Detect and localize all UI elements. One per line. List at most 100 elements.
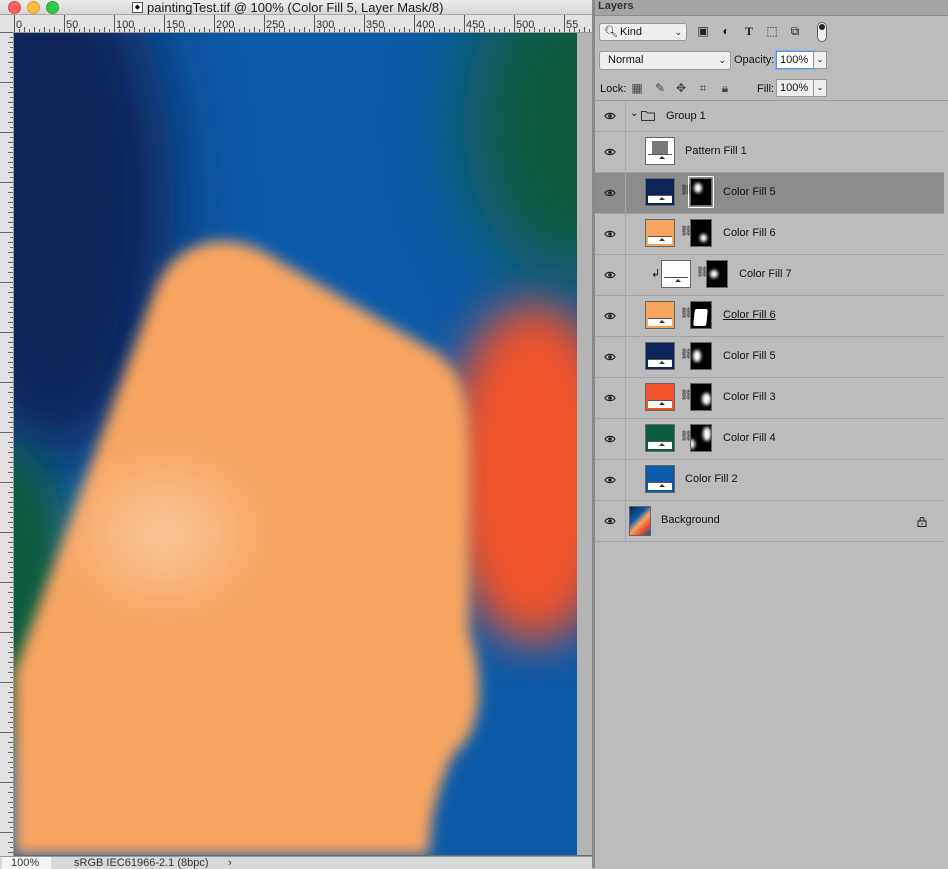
adjustment-filter-icon[interactable]: ◐ xyxy=(719,24,733,38)
layer-row-color-fill-6-b[interactable]: ⛓ Color Fill 6 xyxy=(595,296,944,337)
zoom-level[interactable]: 100% xyxy=(2,857,51,869)
layer-mask-thumbnail[interactable] xyxy=(688,176,714,208)
vertical-ruler[interactable] xyxy=(0,32,14,856)
ruler-tick xyxy=(10,687,13,688)
ruler-tick xyxy=(10,617,13,618)
eye-icon[interactable] xyxy=(604,228,616,240)
lock-transparent-icon[interactable]: ▦ xyxy=(630,81,644,95)
ruler-tick xyxy=(10,757,13,758)
ruler-tick xyxy=(10,787,13,788)
ruler-tick xyxy=(344,27,345,32)
ruler-tick xyxy=(8,662,13,663)
ruler-tick xyxy=(10,227,13,228)
link-icon[interactable]: ⛓ xyxy=(680,348,693,362)
chevron-down-icon[interactable]: ⌄ xyxy=(630,108,638,119)
eye-icon[interactable] xyxy=(604,515,616,527)
opacity-dropdown-button[interactable]: ⌄ xyxy=(813,51,827,69)
layer-mask-thumbnail[interactable] xyxy=(690,301,712,329)
shape-filter-icon[interactable]: ⬚ xyxy=(765,24,779,38)
document-title-bar[interactable]: ◆ paintingTest.tif @ 100% (Color Fill 5,… xyxy=(0,0,592,15)
ruler-tick xyxy=(289,29,290,32)
opacity-input[interactable]: 100% xyxy=(776,51,815,69)
ruler-tick xyxy=(10,237,13,238)
ruler-tick xyxy=(10,547,13,548)
fill-dropdown-button[interactable]: ⌄ xyxy=(813,79,827,97)
canvas[interactable] xyxy=(14,33,577,855)
ruler-tick xyxy=(10,467,13,468)
eye-icon[interactable] xyxy=(604,146,616,158)
lock-all-icon[interactable]: 🔒︎ xyxy=(718,81,732,95)
layer-mask-thumbnail[interactable] xyxy=(690,342,712,370)
fill-input[interactable]: 100% xyxy=(776,79,815,97)
link-icon[interactable]: ⛓ xyxy=(680,430,693,444)
eye-icon[interactable] xyxy=(604,187,616,199)
horizontal-ruler[interactable]: 0 50 100 150 200 250 300 350 400 450 500 55 xyxy=(0,15,592,33)
layer-row-color-fill-4[interactable]: ⛓ Color Fill 4 xyxy=(595,419,944,460)
ruler-tick xyxy=(8,762,13,763)
layer-row-pattern-fill-1[interactable]: Pattern Fill 1 xyxy=(595,132,944,173)
lock-artboard-icon[interactable]: ⌗ xyxy=(696,81,710,95)
layer-row-color-fill-2[interactable]: Color Fill 2 xyxy=(595,460,944,501)
layer-row-group-1[interactable]: ⌄ Group 1 xyxy=(595,101,944,132)
type-filter-icon[interactable]: T xyxy=(742,24,756,38)
eye-icon[interactable] xyxy=(604,110,616,122)
visibility-column xyxy=(595,255,626,295)
layer-mask-thumbnail[interactable] xyxy=(706,260,728,288)
ruler-tick xyxy=(10,767,13,768)
blend-mode-select[interactable]: Normal ⌄ xyxy=(599,51,731,70)
ruler-tick xyxy=(514,15,515,32)
link-icon[interactable]: ⛓ xyxy=(680,389,693,403)
filter-toggle-icon[interactable] xyxy=(817,22,827,42)
ruler-tick xyxy=(159,29,160,32)
status-menu-arrow-icon[interactable]: › xyxy=(228,857,232,869)
link-icon[interactable]: ⛓ xyxy=(680,184,693,198)
link-icon[interactable]: ⛓ xyxy=(696,266,709,280)
link-icon[interactable]: ⛓ xyxy=(680,225,693,239)
zoom-window-button[interactable] xyxy=(46,1,59,14)
layer-row-color-fill-3[interactable]: ⛓ Color Fill 3 xyxy=(595,378,944,419)
ruler-label: 55 xyxy=(566,19,579,31)
lock-position-icon[interactable]: ✥ xyxy=(674,81,688,95)
eye-icon[interactable] xyxy=(604,474,616,486)
ruler-tick xyxy=(8,302,13,303)
ruler-tick xyxy=(10,667,13,668)
layer-mask-thumbnail[interactable] xyxy=(690,219,712,247)
eye-icon[interactable] xyxy=(604,351,616,363)
tab-layers[interactable]: Layers xyxy=(598,0,633,15)
layer-name: Color Fill 5 xyxy=(723,350,776,362)
filter-kind-select[interactable]: 🔍︎ Kind ⌄ xyxy=(599,23,687,41)
ruler-tick xyxy=(8,372,13,373)
eye-icon[interactable] xyxy=(604,269,616,281)
ruler-tick xyxy=(8,452,13,453)
layer-mask-thumbnail[interactable] xyxy=(690,383,712,411)
smart-object-filter-icon[interactable]: ⧉ xyxy=(788,24,802,38)
link-icon[interactable]: ⛓ xyxy=(680,307,693,321)
image-filter-icon[interactable]: ▣ xyxy=(696,24,710,38)
eye-icon[interactable] xyxy=(604,433,616,445)
vertical-scrollbar[interactable] xyxy=(577,33,592,855)
layer-row-color-fill-6[interactable]: ⛓ Color Fill 6 xyxy=(595,214,944,255)
ruler-tick xyxy=(8,702,13,703)
ruler-tick xyxy=(10,357,13,358)
layer-row-color-fill-5-selected[interactable]: ⛓ Color Fill 5 xyxy=(595,173,944,214)
ruler-tick xyxy=(564,15,565,32)
layer-mask-thumbnail[interactable] xyxy=(690,424,712,452)
visibility-column xyxy=(595,296,626,336)
layer-row-color-fill-7[interactable]: ↲ ⛓ Color Fill 7 xyxy=(595,255,944,296)
ruler-tick xyxy=(8,262,13,263)
layer-row-background[interactable]: Background xyxy=(595,501,944,542)
close-window-button[interactable] xyxy=(8,1,21,14)
layer-name: Color Fill 6 xyxy=(723,227,776,239)
ruler-tick xyxy=(8,52,13,53)
layer-filter-row: 🔍︎ Kind ⌄ ▣ ◐ T ⬚ ⧉ xyxy=(595,20,948,44)
eye-icon[interactable] xyxy=(604,310,616,322)
ruler-tick xyxy=(8,612,13,613)
document-proxy-icon[interactable]: ◆ xyxy=(132,1,143,13)
ruler-tick xyxy=(10,267,13,268)
ruler-tick xyxy=(309,29,310,32)
eye-icon[interactable] xyxy=(604,392,616,404)
minimize-window-button[interactable] xyxy=(27,1,40,14)
lock-image-icon[interactable]: ✎ xyxy=(653,81,667,95)
ruler-tick xyxy=(8,102,13,103)
layer-row-color-fill-5[interactable]: ⛓ Color Fill 5 xyxy=(595,337,944,378)
